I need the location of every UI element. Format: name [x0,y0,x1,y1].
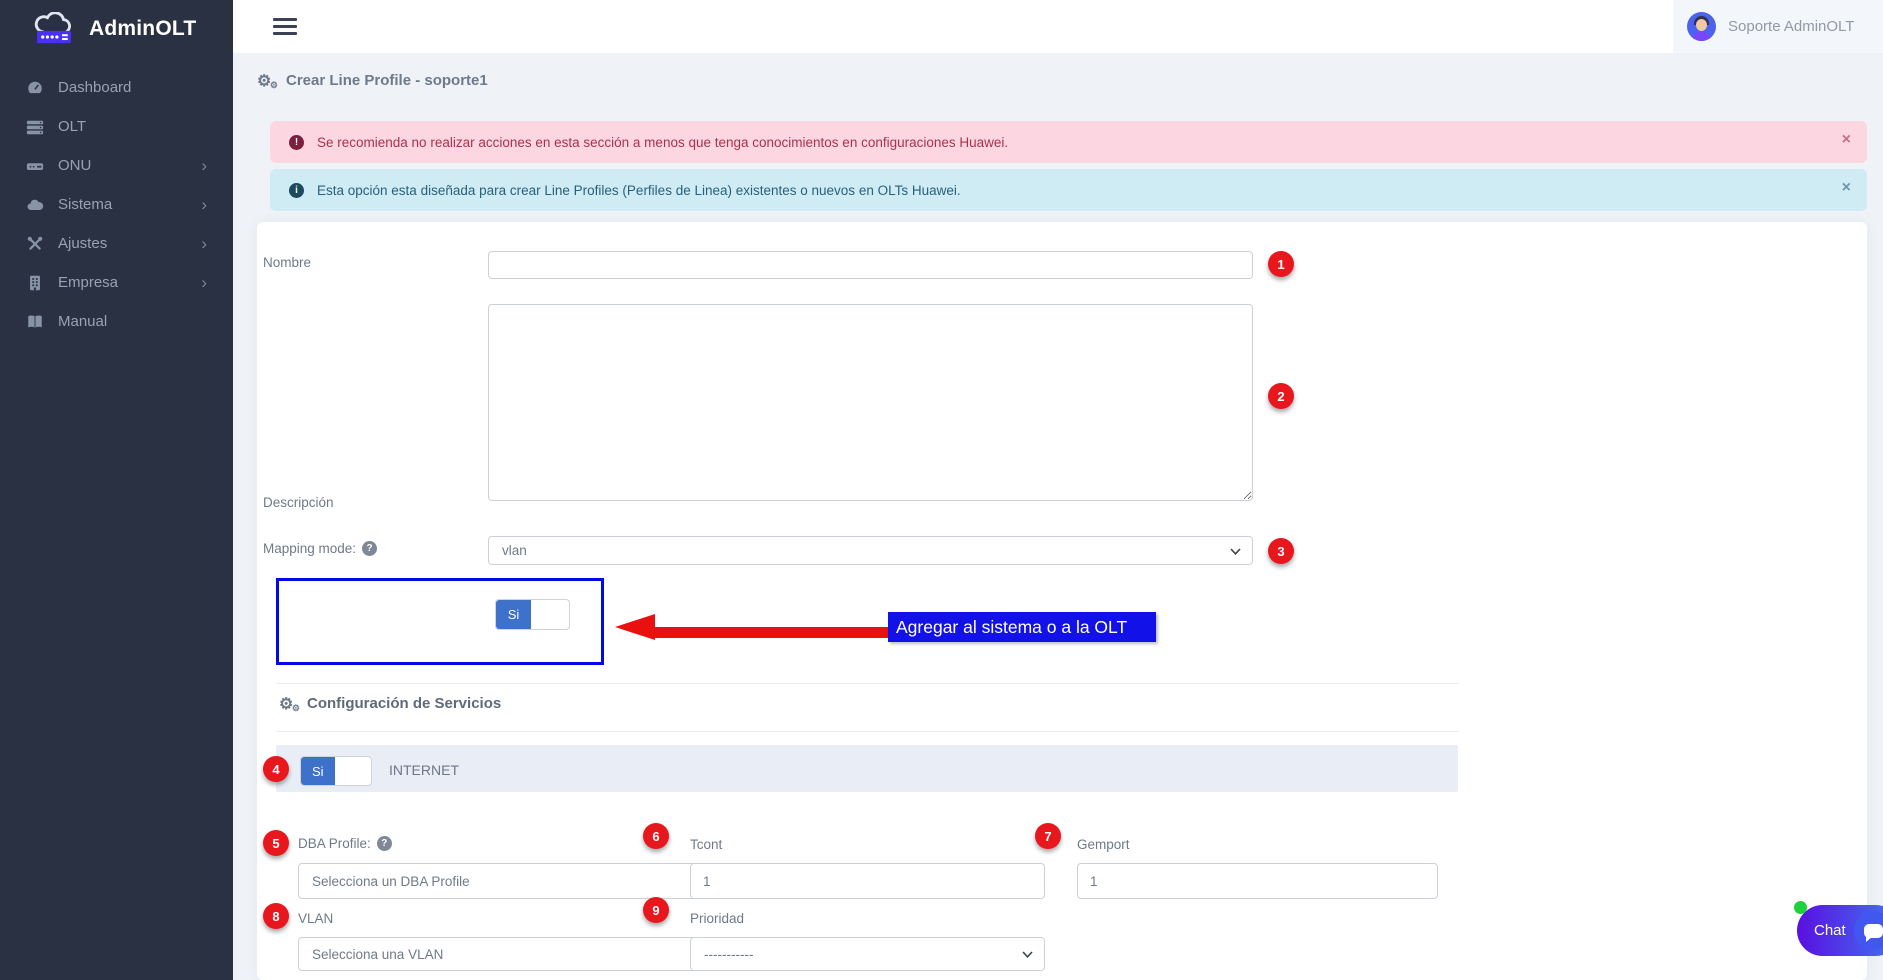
sidebar-item-label: Ajustes [58,235,107,252]
close-icon[interactable]: × [1842,132,1851,148]
vlan-label: VLAN [298,911,333,926]
help-icon[interactable]: ? [362,541,377,556]
alert-info: i Esta opción esta diseñada para crear L… [270,169,1867,211]
online-status-dot [1794,901,1807,914]
nombre-label: Nombre [263,255,311,270]
cloud-icon [26,196,44,214]
hamburger-menu-icon[interactable] [273,18,297,35]
tools-icon [26,235,44,253]
sidebar-item-manual[interactable]: Manual [0,302,233,341]
gears-icon: ⚙⚙ [279,694,299,712]
form-card: Nombre 1 2 Descripción Mapping mode: ? v… [257,222,1867,980]
sidebar-item-label: OLT [58,118,86,135]
sidebar-item-sistema[interactable]: Sistema › [0,185,233,224]
chat-button[interactable]: Chat [1797,905,1883,956]
sidebar-item-onu[interactable]: ONU › [0,146,233,185]
sidebar-item-label: Dashboard [58,79,131,96]
prioridad-select[interactable]: ----------- [690,937,1045,971]
mapping-mode-select[interactable]: vlan [488,536,1253,565]
cloud-device-logo-icon [30,12,80,46]
info-circle-icon: i [289,183,304,198]
alert-danger: ! Se recomienda no realizar acciones en … [270,121,1867,163]
gears-icon: ⚙⚙ [257,71,277,89]
modem-icon [26,157,44,175]
gemport-label: Gemport [1077,837,1130,852]
dba-profile-label: DBA Profile: ? [298,836,392,851]
chevron-down-icon [1230,548,1241,555]
building-icon [26,274,44,292]
mapping-mode-value: vlan [502,543,527,558]
sidebar-item-dashboard[interactable]: Dashboard [0,68,233,107]
step-badge-4: 4 [263,756,289,782]
services-section-heading: ⚙⚙ Configuración de Servicios [279,694,501,712]
step-badge-6: 6 [643,823,669,849]
sidebar: AdminOLT Dashboard OLT ONU › [0,0,233,980]
page-title-text: Crear Line Profile - soporte1 [286,72,488,89]
step-badge-5: 5 [263,830,289,856]
internet-toggle[interactable]: Si [300,756,372,786]
avatar [1687,12,1716,41]
tcont-label: Tcont [690,837,722,852]
sidebar-menu: Dashboard OLT ONU › Sistema › [0,68,233,341]
chat-label: Chat [1814,922,1846,939]
exclamation-circle-icon: ! [289,135,304,150]
server-icon [26,118,44,136]
sidebar-item-label: Sistema [58,196,112,213]
user-name: Soporte AdminOLT [1728,18,1854,35]
agregar-toggle[interactable]: Si [495,599,570,630]
sidebar-item-label: Empresa [58,274,118,291]
sidebar-item-olt[interactable]: OLT [0,107,233,146]
step-badge-1: 1 [1268,251,1294,277]
step-badge-9: 9 [643,897,669,923]
toggle-on-label: Si [496,600,531,629]
chevron-down-icon [1022,951,1033,958]
brand-logo[interactable]: AdminOLT [0,0,233,56]
chevron-right-icon: › [201,196,207,213]
prioridad-value: ----------- [704,947,753,962]
mapping-mode-label-text: Mapping mode: [263,541,356,556]
internet-label: INTERNET [389,762,459,778]
descripcion-textarea[interactable] [488,304,1253,501]
help-icon[interactable]: ? [377,836,392,851]
sidebar-item-empresa[interactable]: Empresa › [0,263,233,302]
topbar: Soporte AdminOLT [233,0,1883,53]
gemport-input[interactable] [1077,863,1438,899]
nombre-input[interactable] [488,251,1253,279]
divider [276,683,1458,684]
red-arrow-icon [615,614,655,640]
red-arrow-shaft [652,627,888,638]
tcont-input[interactable] [690,863,1045,899]
chevron-right-icon: › [201,157,207,174]
page-title: ⚙⚙ Crear Line Profile - soporte1 [257,71,488,89]
sidebar-item-ajustes[interactable]: Ajustes › [0,224,233,263]
toggle-on-label: Si [301,757,335,785]
step-badge-2: 2 [1268,383,1294,409]
dba-profile-placeholder: Selecciona un DBA Profile [312,874,470,889]
dba-profile-label-text: DBA Profile: [298,836,371,851]
services-heading-text: Configuración de Servicios [307,695,501,712]
annotation-callout: Agregar al sistema o a la OLT [888,612,1156,642]
close-icon[interactable]: × [1842,180,1851,196]
main-content: ⚙⚙ Crear Line Profile - soporte1 ! Se re… [233,53,1883,980]
step-badge-8: 8 [263,903,289,929]
divider [276,731,1458,732]
prioridad-label: Prioridad [690,911,744,926]
chevron-right-icon: › [201,274,207,291]
book-icon [26,313,44,331]
mapping-mode-label: Mapping mode: ? [263,541,377,556]
alert-danger-text: Se recomienda no realizar acciones en es… [317,135,1008,150]
alert-info-text: Esta opción esta diseñada para crear Lin… [317,183,961,198]
sidebar-item-label: ONU [58,157,91,174]
sidebar-item-label: Manual [58,313,107,330]
descripcion-label: Descripción [263,495,334,510]
app-root: AdminOLT Dashboard OLT ONU › [0,0,1883,980]
step-badge-7: 7 [1035,823,1061,849]
dashboard-gauge-icon [26,79,44,97]
brand-name: AdminOLT [89,17,196,41]
step-badge-3: 3 [1268,538,1294,564]
chat-bubble-icon [1854,911,1883,950]
vlan-placeholder: Selecciona una VLAN [312,947,443,962]
user-menu[interactable]: Soporte AdminOLT [1673,0,1883,53]
chevron-right-icon: › [201,235,207,252]
